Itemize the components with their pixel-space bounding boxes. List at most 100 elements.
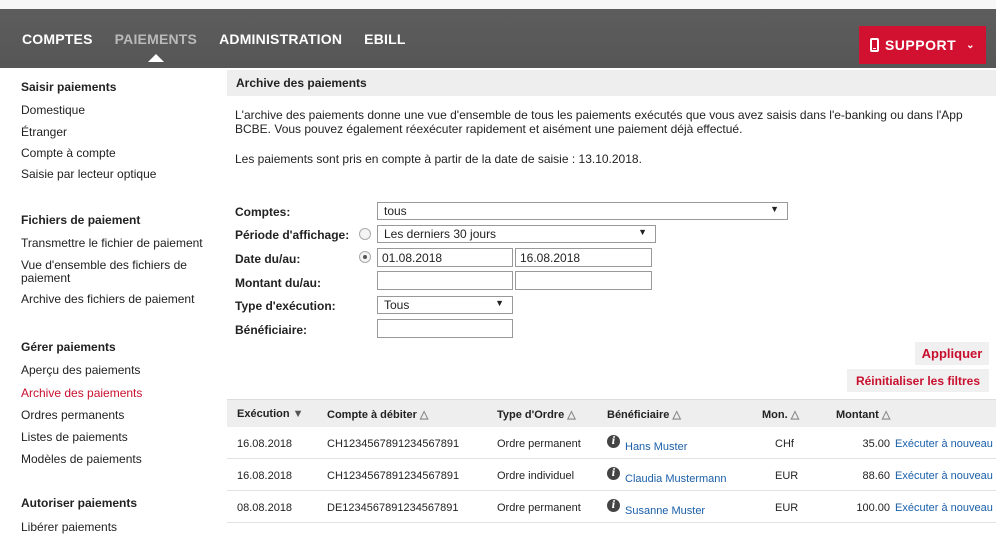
page-title-bar: Archive des paiements xyxy=(227,70,996,96)
col-monnaie[interactable]: Mon. △ xyxy=(762,408,799,421)
comptes-value: tous xyxy=(384,204,407,218)
cell-execution: 16.08.2018 xyxy=(237,438,293,450)
montant-label: Montant du/au: xyxy=(235,276,321,290)
cell-montant: 35.00 xyxy=(862,438,890,450)
beneficiaire-label: Bénéficiaire: xyxy=(235,323,308,337)
col-execution-label: Exécution xyxy=(237,408,290,420)
table-header: Exécution ▼ Compte à débiter △ Type d'Or… xyxy=(227,399,996,427)
type-select[interactable]: Tous ▼ xyxy=(377,296,513,314)
col-beneficiaire[interactable]: Bénéficiaire △ xyxy=(607,408,681,421)
sort-icon: △ xyxy=(567,409,576,421)
page-title: Archive des paiements xyxy=(236,76,367,90)
cell-compte: CH1234567891234567891 xyxy=(327,470,460,482)
nav-administration[interactable]: ADMINISTRATION xyxy=(219,31,342,47)
sidebar-item-domestique[interactable]: Domestique xyxy=(21,104,206,117)
sidebar-title-autoriser: Autoriser paiements xyxy=(21,496,138,510)
cell-montant: 88.60 xyxy=(862,470,890,482)
execute-again-link[interactable]: Exécuter à nouveau xyxy=(895,502,993,514)
cell-beneficiaire[interactable]: Hans Muster xyxy=(625,441,687,453)
nav-comptes[interactable]: COMPTES xyxy=(22,31,93,47)
montant-from-input[interactable] xyxy=(377,271,513,290)
type-label: Type d'exécution: xyxy=(235,299,336,313)
periode-value: Les derniers 30 jours xyxy=(384,227,497,241)
sidebar-item-transmettre[interactable]: Transmettre le fichier de paiement xyxy=(21,237,206,250)
active-caret-icon xyxy=(147,54,164,62)
periode-label: Période d'affichage: xyxy=(235,228,350,242)
col-montant[interactable]: Montant △ xyxy=(836,408,890,421)
sort-icon: △ xyxy=(672,409,681,421)
date-to-input[interactable]: 16.08.2018 xyxy=(515,248,652,267)
execute-again-link[interactable]: Exécuter à nouveau xyxy=(895,470,993,482)
cell-execution: 16.08.2018 xyxy=(237,470,293,482)
sidebar-item-vue-ensemble[interactable]: Vue d'ensemble des fichiers de paiement xyxy=(21,259,201,285)
col-execution[interactable]: Exécution ▼ xyxy=(237,408,304,420)
intro-date-text: Les paiements sont pris en compte à part… xyxy=(235,152,642,166)
comptes-select[interactable]: tous ▼ xyxy=(377,202,788,220)
dropdown-arrow-icon: ▼ xyxy=(770,204,779,214)
col-type-label: Type d'Ordre xyxy=(497,409,565,421)
intro-text: L'archive des paiements donne une vue d'… xyxy=(235,108,963,136)
table-row: 08.08.2018 DE1234567891234567891 Ordre p… xyxy=(227,492,996,523)
cell-execution: 08.08.2018 xyxy=(237,502,293,514)
info-icon[interactable]: i xyxy=(607,499,620,512)
sort-icon: △ xyxy=(790,409,800,421)
date-from-input[interactable]: 01.08.2018 xyxy=(377,248,513,267)
apply-button[interactable]: Appliquer xyxy=(915,342,989,365)
sidebar-item-listes[interactable]: Listes de paiements xyxy=(21,431,206,444)
sidebar-item-apercu[interactable]: Aperçu des paiements xyxy=(21,364,206,377)
info-icon[interactable]: i xyxy=(607,435,620,448)
sidebar-item-lecteur-optique[interactable]: Saisie par lecteur optique xyxy=(21,168,206,181)
type-value: Tous xyxy=(384,298,410,312)
col-compte[interactable]: Compte à débiter △ xyxy=(327,408,428,421)
table-row: 16.08.2018 CH1234567891234567891 Ordre p… xyxy=(227,428,996,459)
info-icon[interactable]: i xyxy=(607,467,620,480)
dropdown-arrow-icon: ▼ xyxy=(638,227,647,237)
cell-type: Ordre individuel xyxy=(497,470,575,482)
beneficiaire-input[interactable] xyxy=(377,319,513,338)
top-bar: COMPTES PAIEMENTS ADMINISTRATION EBILL S… xyxy=(0,0,996,68)
sidebar-item-ordres-permanents[interactable]: Ordres permanents xyxy=(21,409,206,422)
chevron-down-icon: ⌄ xyxy=(966,39,976,51)
sort-icon: △ xyxy=(419,409,429,421)
execute-again-link[interactable]: Exécuter à nouveau xyxy=(895,438,993,450)
sidebar-item-etranger[interactable]: Étranger xyxy=(21,126,206,139)
main-nav: COMPTES PAIEMENTS ADMINISTRATION EBILL xyxy=(22,31,406,62)
reset-filters-button[interactable]: Réinitialiser les filtres xyxy=(847,369,989,392)
support-label: SUPPORT xyxy=(884,37,957,53)
sidebar-item-liberer[interactable]: Libérer paiements xyxy=(21,521,206,534)
support-button[interactable]: SUPPORT ⌄ xyxy=(859,26,986,64)
date-label: Date du/au: xyxy=(235,252,301,266)
sidebar-title-saisir: Saisir paiements xyxy=(21,80,117,94)
date-radio[interactable] xyxy=(359,251,371,263)
nav-paiements-label: PAIEMENTS xyxy=(114,31,198,47)
montant-to-input[interactable] xyxy=(515,271,652,290)
periode-select[interactable]: Les derniers 30 jours ▼ xyxy=(377,225,656,243)
sidebar-item-modeles[interactable]: Modèles de paiements xyxy=(21,453,206,466)
sidebar-item-archive-fichiers[interactable]: Archive des fichiers de paiement xyxy=(21,293,206,306)
cell-beneficiaire[interactable]: Claudia Mustermann xyxy=(625,473,727,485)
cell-compte: CH1234567891234567891 xyxy=(327,438,460,450)
table-row: 16.08.2018 CH1234567891234567891 Ordre i… xyxy=(227,460,996,491)
cell-type: Ordre permanent xyxy=(497,502,581,514)
cell-beneficiaire[interactable]: Susanne Muster xyxy=(625,505,705,517)
sidebar-title-fichiers: Fichiers de paiement xyxy=(21,213,141,227)
col-beneficiaire-label: Bénéficiaire xyxy=(607,409,670,421)
cell-montant: 100.00 xyxy=(856,502,890,514)
col-type[interactable]: Type d'Ordre △ xyxy=(497,408,576,421)
nav-ebill[interactable]: EBILL xyxy=(364,31,405,47)
sort-icon: △ xyxy=(881,409,891,421)
dropdown-arrow-icon: ▼ xyxy=(495,298,504,308)
phone-icon xyxy=(869,38,879,52)
cell-compte: DE1234567891234567891 xyxy=(327,502,459,514)
cell-monnaie: EUR xyxy=(775,502,799,514)
sort-desc-icon: ▼ xyxy=(292,408,304,420)
sidebar-item-compte-a-compte[interactable]: Compte à compte xyxy=(21,147,206,160)
col-compte-label: Compte à débiter xyxy=(327,409,417,421)
col-montant-label: Montant xyxy=(836,409,879,421)
sidebar-item-archive-paiements[interactable]: Archive des paiements xyxy=(21,387,206,400)
nav-paiements[interactable]: PAIEMENTS xyxy=(114,31,198,62)
periode-radio[interactable] xyxy=(359,228,371,240)
cell-monnaie: EUR xyxy=(775,470,799,482)
cell-type: Ordre permanent xyxy=(497,438,581,450)
col-monnaie-label: Mon. xyxy=(762,409,788,421)
